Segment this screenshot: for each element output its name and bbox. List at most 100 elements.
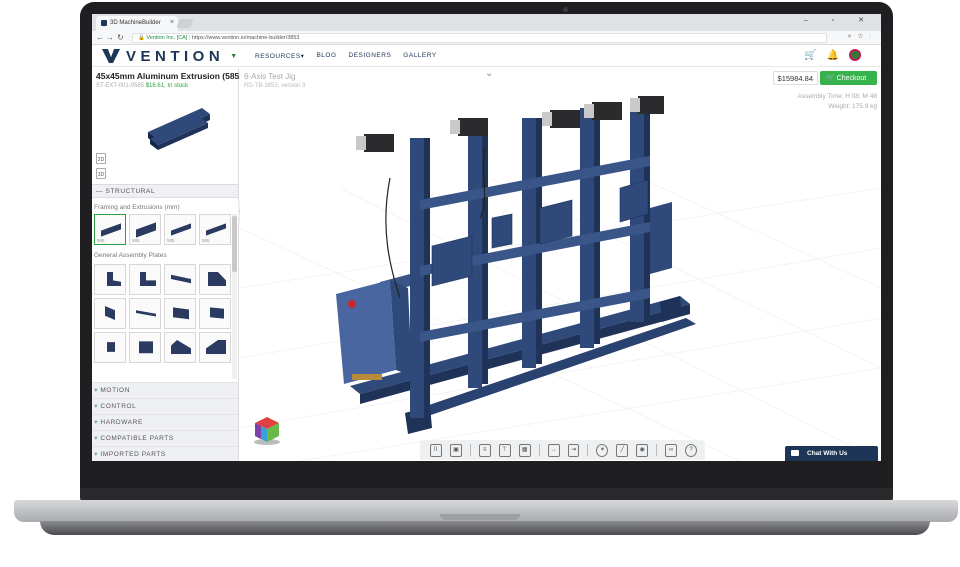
back-icon[interactable]: ← (96, 33, 104, 42)
section-structural[interactable]: — STRUCTURAL (92, 184, 238, 198)
open-icon[interactable]: ⌷ (430, 443, 442, 457)
category-compatible-parts[interactable]: + COMPATIBLE PARTS (92, 430, 238, 446)
plates-grid (94, 264, 231, 363)
nav-resources[interactable]: RESOURCES▾ (255, 52, 304, 60)
subsection-plates: General Assembly Plates (94, 252, 167, 259)
tree-icon[interactable]: ⊤ (498, 443, 511, 457)
vention-logo[interactable]: VENTION ▼ (102, 48, 237, 65)
plate-tile[interactable] (199, 332, 231, 363)
top-nav: RESOURCES▾ BLOG DESIGNERS GALLERY (255, 52, 449, 60)
chevron-down-icon[interactable]: ⌄ (485, 68, 493, 79)
plus-icon: + (94, 435, 99, 442)
browser-tab[interactable]: 3D MachineBuilder × (96, 16, 178, 31)
laptop-notch (440, 514, 520, 520)
3d-viewport[interactable]: 6-Axis Test Jig RD-TB-3853, version 3 ⌄ … (240, 68, 881, 461)
scrollbar-thumb[interactable] (232, 216, 237, 272)
tab-title: 3D MachineBuilder (110, 20, 161, 26)
browser-actions[interactable]: ⌕☆⋮ (848, 33, 877, 41)
toolbar-divider (587, 444, 589, 456)
chat-bubble-icon (791, 450, 799, 456)
nav-designers[interactable]: DESIGNERS (349, 52, 392, 60)
parts-panel: 45x45mm Aluminum Extrusion (585... ST-EX… (92, 68, 246, 461)
subsection-framing: Framing and Extrusions (mm) (94, 204, 180, 211)
chevron-down-icon[interactable]: ▼ (230, 53, 237, 60)
chat-button[interactable]: Chat With Us (785, 446, 878, 461)
machine-render (240, 96, 881, 461)
part-price: $16.61, (145, 83, 166, 89)
cart-icon[interactable]: 🛒 (804, 50, 816, 61)
toolbar-divider (656, 444, 658, 456)
extrusion-tile[interactable]: 585 (164, 214, 196, 245)
extrusion-tile[interactable]: 585 (94, 214, 126, 245)
nav-gallery[interactable]: GALLERY (403, 52, 436, 60)
plate-tile[interactable] (129, 332, 161, 363)
plate-tile[interactable] (129, 298, 161, 329)
url-text: https://www.vention.io/machine-builder/3… (191, 35, 300, 41)
explode-icon[interactable]: ✶ (596, 443, 609, 457)
category-hardware[interactable]: + HARDWARE (92, 414, 238, 430)
part-sku: ST-EXT-001-0585 (96, 83, 145, 89)
favicon-icon (101, 20, 107, 26)
calc-icon[interactable]: ▦ (518, 443, 531, 457)
checkout-button[interactable]: 🛒 Checkout (820, 71, 877, 85)
address-bar: ← → ↻ 🔒 Vention Inc. [CA] | https://www.… (92, 31, 881, 45)
extrusion-grid: 585 585 585 585 (94, 214, 231, 245)
toolbar-divider (538, 444, 540, 456)
webcam (563, 7, 568, 12)
import-icon[interactable]: → (547, 443, 560, 457)
plate-tile[interactable] (94, 264, 126, 295)
measure-icon[interactable]: ╱ (616, 443, 629, 457)
design-id: RD-TB-3853, version 3 (244, 83, 306, 89)
design-name: 6-Axis Test Jig (244, 72, 296, 81)
view-cube-icon[interactable] (252, 415, 282, 445)
plate-tile[interactable] (164, 264, 196, 295)
app-header: VENTION ▼ RESOURCES▾ BLOG DESIGNERS GALL… (92, 45, 881, 67)
view-2d-button[interactable]: 2D (96, 153, 106, 164)
minus-icon: — (96, 188, 104, 195)
view-3d-button[interactable]: 3D (96, 168, 106, 179)
avatar[interactable] (849, 49, 861, 61)
plate-tile[interactable] (164, 332, 196, 363)
new-tab-button[interactable] (176, 19, 194, 28)
part-stock: In stock (167, 83, 189, 89)
bell-icon[interactable]: 🔔 (827, 50, 839, 61)
secure-label: 🔒 Vention Inc. [CA] (138, 35, 188, 41)
toolbar-divider (469, 444, 471, 456)
plus-icon: + (94, 419, 99, 426)
url-field[interactable]: 🔒 Vention Inc. [CA] | https://www.ventio… (132, 33, 827, 43)
extrusion-tile[interactable]: 585 (129, 214, 161, 245)
window-controls[interactable]: – ▫ ✕ (804, 16, 875, 24)
forward-icon[interactable]: → (106, 33, 114, 42)
reload-icon[interactable]: ↻ (117, 33, 124, 42)
plate-tile[interactable] (94, 332, 126, 363)
category-motion[interactable]: + MOTION (92, 382, 238, 398)
screen: 3D MachineBuilder × – ▫ ✕ ← → ↻ 🔒 Ventio… (92, 14, 881, 461)
camera-icon[interactable]: ◉ (636, 443, 649, 457)
chat-label: Chat With Us (807, 450, 848, 457)
save-icon[interactable]: ▣ (449, 443, 462, 457)
category-imported-parts[interactable]: + IMPORTED PARTS (92, 446, 238, 461)
plate-tile[interactable] (129, 264, 161, 295)
category-control[interactable]: + CONTROL (92, 398, 238, 414)
plate-tile[interactable] (199, 264, 231, 295)
panel-scrollbar[interactable] (232, 214, 237, 379)
browser-tabbar: 3D MachineBuilder × – ▫ ✕ (92, 14, 881, 31)
vention-logo-icon (102, 49, 120, 63)
assembly-time: Assembly Time: H 08: M 48 (797, 93, 877, 100)
link-icon[interactable]: ∞ (665, 443, 678, 457)
part-preview-image (148, 108, 210, 150)
plus-icon: + (94, 387, 99, 394)
help-icon[interactable]: ? (685, 443, 698, 457)
header-actions: 🛒 🔔 (794, 49, 861, 61)
part-title: 45x45mm Aluminum Extrusion (585... (96, 71, 247, 81)
extrusion-tile[interactable]: 585 (199, 214, 231, 245)
close-tab-icon[interactable]: × (170, 19, 174, 26)
bom-icon[interactable]: ≡ (478, 443, 491, 457)
bottom-toolbar: ⌷ ▣ ≡ ⊤ ▦ → ⇥ ✶ ╱ ◉ ∞ ? (420, 440, 705, 460)
nav-blog[interactable]: BLOG (316, 52, 336, 60)
plate-tile[interactable] (199, 298, 231, 329)
plate-tile[interactable] (164, 298, 196, 329)
cart-icon: 🛒 (826, 75, 835, 82)
plate-tile[interactable] (94, 298, 126, 329)
export-icon[interactable]: ⇥ (567, 443, 580, 457)
